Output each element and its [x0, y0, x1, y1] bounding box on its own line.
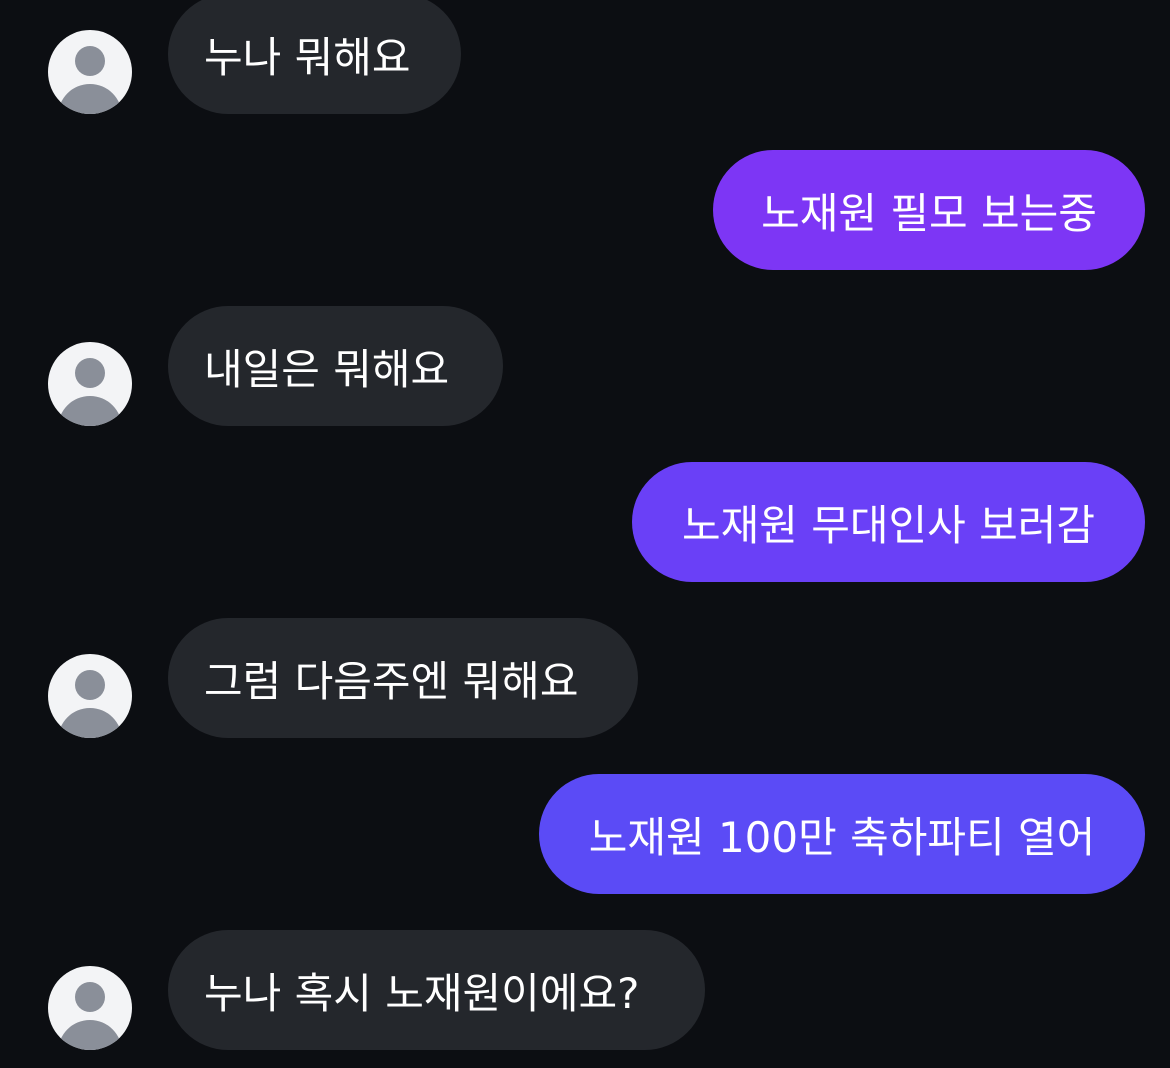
outgoing-message-bubble[interactable]: 노재원 100만 축하파티 열어	[539, 774, 1145, 894]
message-row-outgoing: 노재원 무대인사 보러감	[0, 462, 1170, 582]
outgoing-message-bubble[interactable]: 노재원 필모 보는중	[713, 150, 1145, 270]
message-row-incoming: 누나 뭐해요	[0, 0, 1170, 114]
message-row-outgoing: 노재원 100만 축하파티 열어	[0, 774, 1170, 894]
avatar-head	[75, 670, 105, 700]
outgoing-message-bubble[interactable]: 노재원 무대인사 보러감	[632, 462, 1145, 582]
avatar-body	[58, 396, 122, 426]
message-row-incoming: 내일은 뭐해요	[0, 306, 1170, 426]
avatar-head	[75, 982, 105, 1012]
avatar-body	[58, 84, 122, 114]
message-text: 노재원 무대인사 보러감	[681, 500, 1096, 550]
default-user-avatar-icon[interactable]	[48, 342, 132, 426]
message-text: 누나 혹시 노재원이에요?	[204, 968, 640, 1018]
message-text: 누나 뭐해요	[204, 32, 411, 82]
message-text: 그럼 다음주엔 뭐해요	[204, 656, 579, 706]
message-text: 노재원 필모 보는중	[761, 188, 1097, 238]
avatar-head	[75, 358, 105, 388]
chat-thread: 누나 뭐해요 노재원 필모 보는중 내일은 뭐해요 노재원 무대인사 보러감 그…	[0, 0, 1170, 1068]
default-user-avatar-icon[interactable]	[48, 966, 132, 1050]
message-row-incoming: 누나 혹시 노재원이에요?	[0, 930, 1170, 1050]
incoming-message-bubble[interactable]: 누나 혹시 노재원이에요?	[168, 930, 705, 1050]
message-text: 내일은 뭐해요	[204, 344, 450, 394]
incoming-message-bubble[interactable]: 내일은 뭐해요	[168, 306, 503, 426]
incoming-message-bubble[interactable]: 그럼 다음주엔 뭐해요	[168, 618, 638, 738]
message-row-incoming: 그럼 다음주엔 뭐해요	[0, 618, 1170, 738]
default-user-avatar-icon[interactable]	[48, 30, 132, 114]
message-row-outgoing: 노재원 필모 보는중	[0, 150, 1170, 270]
incoming-message-bubble[interactable]: 누나 뭐해요	[168, 0, 461, 114]
avatar-body	[58, 1020, 122, 1050]
message-text: 노재원 100만 축하파티 열어	[588, 812, 1096, 862]
avatar-body	[58, 708, 122, 738]
default-user-avatar-icon[interactable]	[48, 654, 132, 738]
avatar-head	[75, 46, 105, 76]
